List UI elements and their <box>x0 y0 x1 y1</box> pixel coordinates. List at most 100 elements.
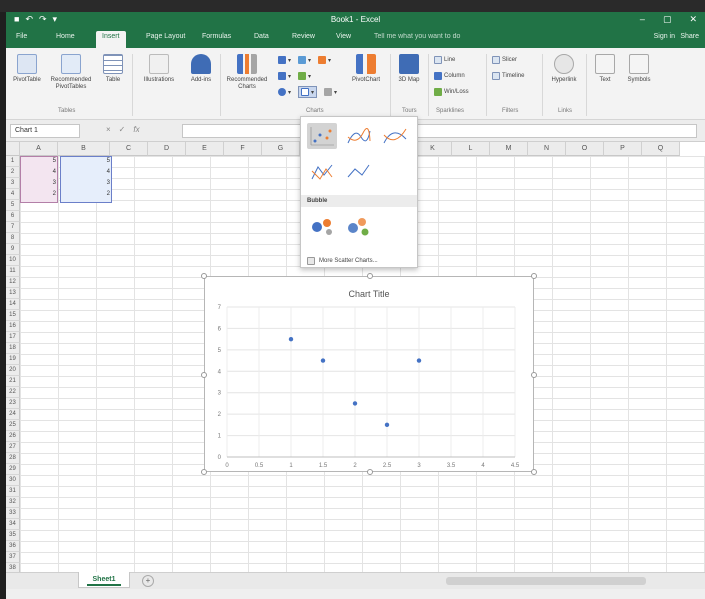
scatter-markers-option[interactable] <box>307 123 337 149</box>
row-header[interactable]: 28 <box>6 453 20 464</box>
share-button[interactable]: Share <box>680 33 699 40</box>
cell-b4[interactable]: 2 <box>60 189 112 200</box>
horizontal-scrollbar[interactable] <box>446 577 646 585</box>
cell-a3[interactable]: 3 <box>20 178 58 189</box>
recommended-pivottables-button[interactable]: Recommended PivotTables <box>48 54 94 91</box>
row-header[interactable]: 25 <box>6 420 20 431</box>
tab-data[interactable]: Data <box>254 33 269 40</box>
column-header[interactable]: C <box>110 142 148 156</box>
sparkline-column-button[interactable]: Column <box>434 72 465 80</box>
row-header[interactable]: 19 <box>6 354 20 365</box>
row-header[interactable]: 16 <box>6 321 20 332</box>
sign-in-link[interactable]: Sign in <box>654 33 675 40</box>
sparkline-winloss-button[interactable]: Win/Loss <box>434 88 469 96</box>
tab-view[interactable]: View <box>336 33 351 40</box>
close-button[interactable]: ✕ <box>689 14 697 25</box>
bubble-option[interactable] <box>307 213 337 239</box>
row-header[interactable]: 17 <box>6 332 20 343</box>
column-header[interactable]: D <box>148 142 186 156</box>
column-header[interactable]: F <box>224 142 262 156</box>
column-header[interactable]: K <box>414 142 452 156</box>
cell-b1[interactable]: 5 <box>60 156 112 167</box>
table-button[interactable]: Table <box>100 54 126 84</box>
cancel-entry-icon[interactable]: × <box>106 125 111 134</box>
pivottable-button[interactable]: PivotTable <box>12 54 42 84</box>
scatter-chart[interactable]: Chart Title 0 1 2 3 4 5 6 7 0 0.5 1 1.5 2 2.5 3 3.5 4 4.5 <box>201 273 537 475</box>
restore-button[interactable]: ▢ <box>663 14 672 25</box>
row-header[interactable]: 1 <box>6 156 20 167</box>
row-header[interactable]: 7 <box>6 222 20 233</box>
scatter-chart-dropdown[interactable]: ▾ <box>298 86 318 98</box>
scatter-smooth-lines-option[interactable] <box>379 123 409 149</box>
tab-file[interactable]: File <box>16 33 27 40</box>
row-header[interactable]: 31 <box>6 486 20 497</box>
row-header[interactable]: 38 <box>6 563 20 572</box>
row-header[interactable]: 33 <box>6 508 20 519</box>
more-scatter-charts-link[interactable]: More Scatter Charts... <box>307 257 378 265</box>
row-header[interactable]: 26 <box>6 431 20 442</box>
column-header[interactable]: E <box>186 142 224 156</box>
tab-home[interactable]: Home <box>56 33 75 40</box>
row-header[interactable]: 3 <box>6 178 20 189</box>
row-header[interactable]: 15 <box>6 310 20 321</box>
column-header[interactable]: Q <box>642 142 680 156</box>
row-header[interactable]: 24 <box>6 409 20 420</box>
row-header[interactable]: 13 <box>6 288 20 299</box>
name-box[interactable]: Chart 1 <box>10 124 80 138</box>
row-header[interactable]: 22 <box>6 387 20 398</box>
add-sheet-button[interactable]: + <box>142 575 154 587</box>
row-header[interactable]: 36 <box>6 541 20 552</box>
row-header[interactable]: 23 <box>6 398 20 409</box>
row-header[interactable]: 12 <box>6 277 20 288</box>
tab-page-layout[interactable]: Page Layout <box>146 33 185 40</box>
cell-a4[interactable]: 2 <box>20 189 58 200</box>
tab-formulas[interactable]: Formulas <box>202 33 231 40</box>
recommended-charts-button[interactable]: Recommended Charts <box>224 54 270 91</box>
enter-entry-icon[interactable]: ✓ <box>119 125 126 134</box>
hyperlink-button[interactable]: Hyperlink <box>546 54 582 84</box>
row-header[interactable]: 18 <box>6 343 20 354</box>
column-header[interactable]: L <box>452 142 490 156</box>
tell-me-box[interactable]: Tell me what you want to do <box>374 33 460 40</box>
tab-review[interactable]: Review <box>292 33 315 40</box>
tab-insert[interactable]: Insert <box>96 31 126 48</box>
text-button[interactable]: Text <box>592 54 618 84</box>
tab-sheet1[interactable]: Sheet1 <box>78 572 130 588</box>
combo-chart-dropdown[interactable]: ▾ <box>324 88 337 96</box>
3d-bubble-option[interactable] <box>343 213 373 239</box>
cell-a1[interactable]: 5 <box>20 156 58 167</box>
column-header[interactable]: G <box>262 142 300 156</box>
formula-input[interactable] <box>182 124 697 138</box>
row-header[interactable]: 6 <box>6 211 20 222</box>
row-header[interactable]: 27 <box>6 442 20 453</box>
pivotchart-button[interactable]: PivotChart <box>346 54 386 84</box>
row-header[interactable]: 37 <box>6 552 20 563</box>
row-header[interactable]: 29 <box>6 464 20 475</box>
row-header[interactable]: 11 <box>6 266 20 277</box>
cell-b2[interactable]: 4 <box>60 167 112 178</box>
column-header[interactable]: A <box>20 142 58 156</box>
row-header[interactable]: 5 <box>6 200 20 211</box>
scatter-smooth-lines-markers-option[interactable] <box>343 123 373 149</box>
select-all-corner[interactable] <box>6 142 20 156</box>
row-header[interactable]: 8 <box>6 233 20 244</box>
row-header[interactable]: 9 <box>6 244 20 255</box>
cell-a2[interactable]: 4 <box>20 167 58 178</box>
column-header[interactable]: M <box>490 142 528 156</box>
cell-b3[interactable]: 3 <box>60 178 112 189</box>
row-header[interactable]: 35 <box>6 530 20 541</box>
row-header[interactable]: 20 <box>6 365 20 376</box>
3d-map-button[interactable]: 3D Map <box>394 54 424 84</box>
row-header[interactable]: 2 <box>6 167 20 178</box>
row-header[interactable]: 21 <box>6 376 20 387</box>
column-header[interactable]: N <box>528 142 566 156</box>
line-chart-dropdown[interactable]: ▾ <box>318 56 331 64</box>
bar-chart-dropdown[interactable]: ▾ <box>278 72 291 80</box>
column-header[interactable]: B <box>58 142 110 156</box>
minimize-button[interactable]: – <box>640 14 645 25</box>
row-header[interactable]: 30 <box>6 475 20 486</box>
scatter-straight-lines-markers-option[interactable] <box>307 159 337 185</box>
insert-function-icon[interactable]: fx <box>133 125 139 134</box>
column-header[interactable]: P <box>604 142 642 156</box>
hierarchy-chart-dropdown[interactable]: ▾ <box>298 56 311 64</box>
